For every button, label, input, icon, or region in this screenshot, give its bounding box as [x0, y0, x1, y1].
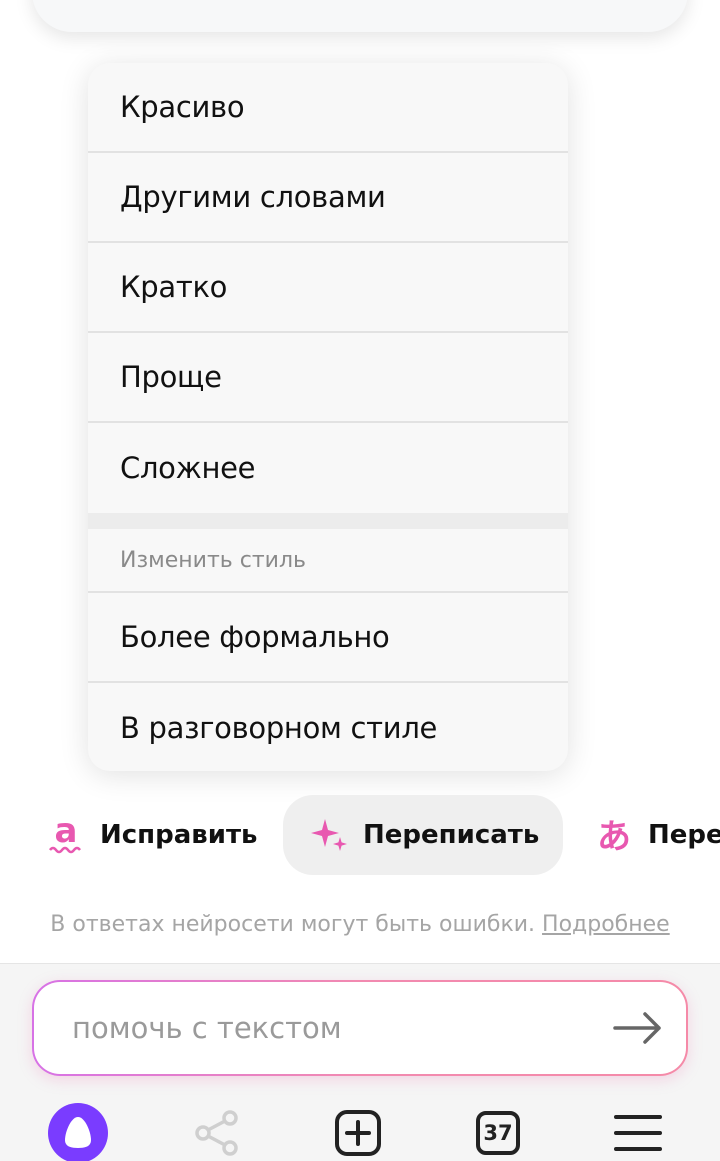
menu-item-beautiful[interactable]: Красиво: [88, 63, 568, 153]
translate-label: Пере: [648, 820, 720, 850]
share-icon[interactable]: [185, 1104, 249, 1161]
prompt-input-container: [34, 982, 686, 1074]
hamburger-menu-icon[interactable]: [606, 1104, 670, 1161]
letter-a-squiggle-icon: а: [46, 815, 86, 855]
rewrite-button[interactable]: Переписать: [283, 795, 564, 875]
prompt-input-frame: [32, 980, 688, 1076]
menu-item-other-words[interactable]: Другими словами: [88, 153, 568, 243]
hiragana-a-icon: あ: [594, 815, 634, 855]
menu-item-harder[interactable]: Сложнее: [88, 423, 568, 513]
rewrite-label: Переписать: [363, 820, 540, 850]
fix-button[interactable]: а Исправить: [46, 795, 257, 875]
tabs-count-icon[interactable]: 37: [466, 1104, 530, 1161]
menu-item-more-formal[interactable]: Более формально: [88, 593, 568, 683]
fix-label: Исправить: [100, 820, 258, 850]
action-row: а Исправить Переписать あ Пере: [0, 795, 720, 875]
menu-divider: [88, 513, 568, 529]
bottom-navigation: 37: [0, 1103, 720, 1161]
translate-button[interactable]: あ Пере: [594, 795, 720, 875]
menu-item-conversational[interactable]: В разговорном стиле: [88, 683, 568, 771]
learn-more-link[interactable]: Подробнее: [542, 912, 670, 937]
svg-text:あ: あ: [597, 817, 631, 855]
disclaimer: В ответах нейросети могут быть ошибки. П…: [0, 912, 720, 937]
tabs-count: 37: [476, 1111, 520, 1155]
menu-item-simpler[interactable]: Проще: [88, 333, 568, 423]
top-card: [32, 0, 688, 32]
bottom-panel: 37: [0, 963, 720, 1161]
svg-text:а: а: [55, 815, 78, 851]
rewrite-options-menu: Красиво Другими словами Кратко Проще Сло…: [88, 63, 568, 771]
menu-section-change-style: Изменить стиль: [88, 529, 568, 593]
prompt-input[interactable]: [72, 1011, 612, 1045]
disclaimer-text: В ответах нейросети могут быть ошибки.: [50, 912, 536, 937]
plus-square-icon[interactable]: [326, 1104, 390, 1161]
arrow-right-icon[interactable]: [612, 1008, 664, 1048]
alice-assistant-icon[interactable]: [46, 1103, 110, 1161]
menu-item-short[interactable]: Кратко: [88, 243, 568, 333]
sparkles-icon: [309, 815, 349, 855]
